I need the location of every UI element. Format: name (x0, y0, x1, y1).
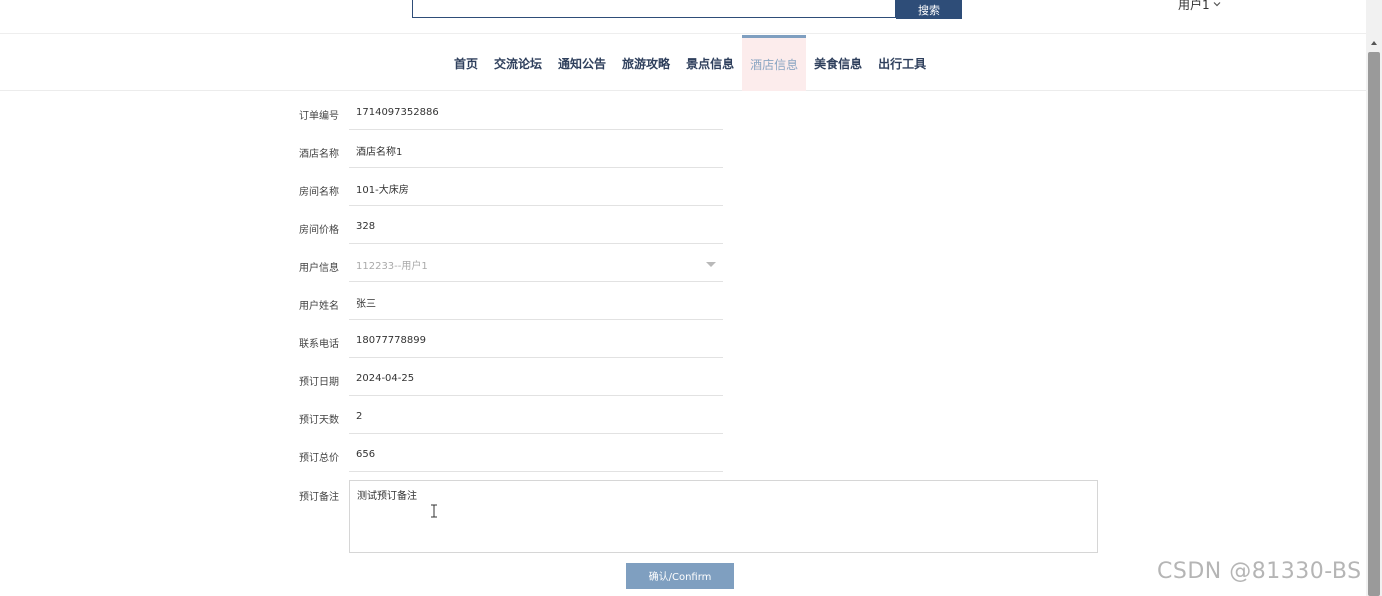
booking-days-field[interactable] (349, 400, 723, 434)
search-button[interactable]: 搜索 (896, 0, 962, 19)
form-row-user-info: 用户信息 (0, 246, 1366, 284)
hotel-name-field[interactable] (349, 134, 723, 168)
confirm-button[interactable]: 确认/Confirm (626, 563, 734, 589)
form-label: 预订日期 (299, 377, 339, 388)
nav-item-food[interactable]: 美食信息 (806, 35, 870, 91)
user-info-select[interactable] (349, 248, 723, 282)
form-row-order-number: 订单编号 (0, 94, 1366, 132)
form-label: 联系电话 (299, 339, 339, 350)
scroll-up-arrow-icon[interactable] (1368, 36, 1380, 50)
form-row-room-name: 房间名称 (0, 170, 1366, 208)
remark-label: 预订备注 (299, 492, 339, 503)
nav-item-travel-guides[interactable]: 旅游攻略 (614, 35, 678, 91)
scrollbar-thumb[interactable] (1368, 52, 1380, 596)
nav-item-home[interactable]: 首页 (446, 35, 486, 91)
nav-item-notices[interactable]: 通知公告 (550, 35, 614, 91)
user-menu[interactable]: 用户1 (1178, 0, 1222, 13)
form-row-phone: 联系电话 (0, 322, 1366, 360)
room-price-field[interactable] (349, 210, 723, 244)
form-row-booking-days: 预订天数 (0, 398, 1366, 436)
form-label: 预订天数 (299, 415, 339, 426)
form-row-user-name: 用户姓名 (0, 284, 1366, 322)
form-row-room-price: 房间价格 (0, 208, 1366, 246)
main-nav: 首页 交流论坛 通知公告 旅游攻略 景点信息 酒店信息 美食信息 出行工具 (0, 35, 1366, 91)
remark-textarea[interactable]: 测试预订备注 (349, 480, 1098, 553)
form-label: 房间名称 (299, 187, 339, 198)
nav-item-transport[interactable]: 出行工具 (870, 35, 934, 91)
room-name-field[interactable] (349, 172, 723, 206)
page: 搜索 用户1 首页 交流论坛 通知公告 旅游攻略 景点信息 酒店信息 美食信息 … (0, 0, 1382, 596)
text-cursor-icon (431, 504, 437, 518)
phone-field[interactable] (349, 324, 723, 358)
form-label: 酒店名称 (299, 149, 339, 160)
form-label: 用户姓名 (299, 301, 339, 312)
form-row-total-price: 预订总价 (0, 436, 1366, 474)
user-name-field[interactable] (349, 286, 723, 320)
booking-date-field[interactable] (349, 362, 723, 396)
caret-down-icon[interactable] (706, 262, 716, 267)
form-label: 用户信息 (299, 263, 339, 274)
form-row-hotel-name: 酒店名称 (0, 132, 1366, 170)
top-bar: 搜索 用户1 (0, 0, 1366, 34)
total-price-field[interactable] (349, 438, 723, 472)
nav-item-forum[interactable]: 交流论坛 (486, 35, 550, 91)
nav-item-hotels[interactable]: 酒店信息 (742, 35, 807, 91)
form-label: 订单编号 (299, 111, 339, 122)
order-number-field[interactable] (349, 96, 723, 130)
search-input[interactable] (412, 0, 896, 18)
form-label: 预订总价 (299, 453, 339, 464)
form-row-booking-date: 预订日期 (0, 360, 1366, 398)
chevron-down-icon (1213, 2, 1221, 7)
form-label: 房间价格 (299, 225, 339, 236)
watermark: CSDN @81330-BS (1157, 559, 1362, 584)
nav-item-attractions[interactable]: 景点信息 (678, 35, 742, 91)
user-menu-label: 用户1 (1178, 0, 1210, 12)
